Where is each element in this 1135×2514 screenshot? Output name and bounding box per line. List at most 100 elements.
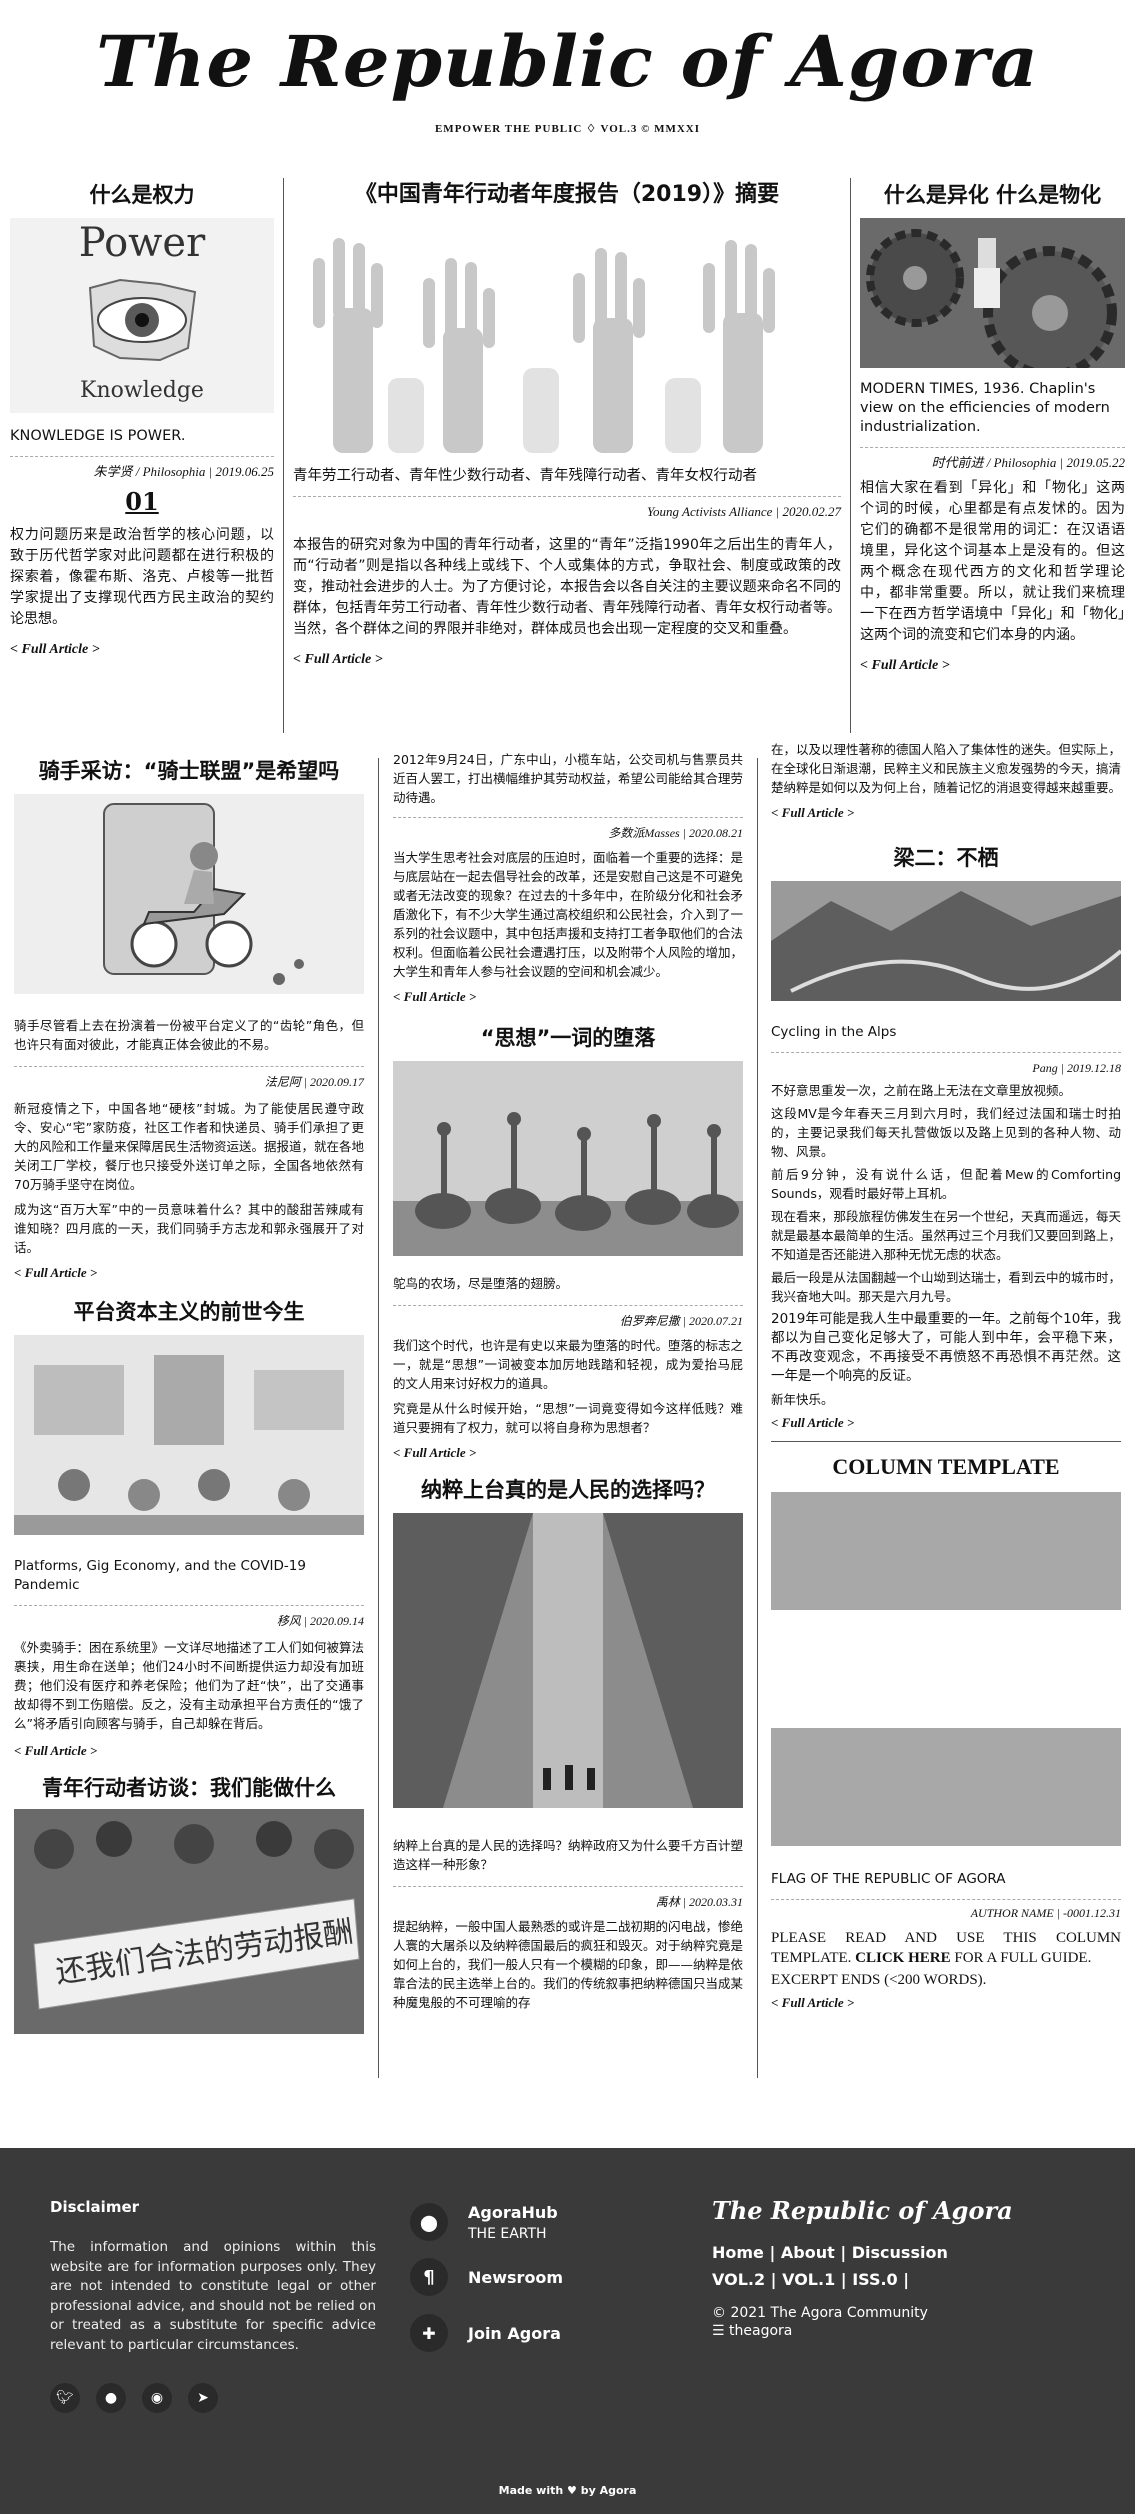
full-article-link[interactable]: < Full Article > <box>393 1445 743 1461</box>
article-heading[interactable]: 什么是异化 什么是物化 <box>860 178 1125 212</box>
full-article-link[interactable]: < Full Article > <box>771 1995 1121 2011</box>
article-excerpt: 这段MV是今年春天三月到六月时，我们经过法国和瑞士时拍的，主要记录我们每天扎营做… <box>771 1106 1121 1159</box>
article-heading[interactable]: 《中国青年行动者年度报告（2019）》摘要 <box>293 178 841 212</box>
alps-image[interactable] <box>771 881 1121 1001</box>
article-excerpt: 提起纳粹，一般中国人最熟悉的或许是二战初期的闪电战，惨绝人寰的大屠杀以及纳粹德国… <box>393 1919 744 2010</box>
discussion-link[interactable]: Discussion <box>852 2243 948 2262</box>
masthead: The Republic of Agora EMPOWER THE PUBLIC… <box>0 0 1135 175</box>
modern-times-image[interactable] <box>860 218 1125 368</box>
article-excerpt: 2019年可能是我人生中最重要的一年。之前每个10年，我都以为自己变化足够大了，… <box>771 1311 1121 1384</box>
vol1-link[interactable]: VOL.1 <box>782 2270 835 2289</box>
article-alienation: 什么是异化 什么是物化 MODERN TIMES, 1936. Chaplin'… <box>860 178 1125 674</box>
join-agora-link[interactable]: Join Agora <box>468 2324 561 2343</box>
telegram-icon[interactable]: ➤ <box>188 2383 218 2413</box>
byline: AUTHOR NAME | -0001.12.31 <box>970 1906 1121 1920</box>
menu-icon: ☰ <box>712 2323 730 2339</box>
article-heading[interactable]: 纳粹上台真的是人民的选择吗？ <box>393 1473 743 1507</box>
image-caption: 鸵鸟的农场，尽是堕落的翅膀。 <box>393 1276 569 1291</box>
rider-illustration[interactable] <box>14 794 364 994</box>
article-heading[interactable]: 青年行动者访谈：我们能做什么 <box>14 1771 364 1805</box>
article-excerpt: 究竟是从什么时候开始，“思想”一词竟变得如今这样低贱？难道只要拥有了权力，就可以… <box>393 1401 743 1435</box>
footer-nav-links: Home | About | Discussion <box>712 2243 948 2262</box>
grid-column-1: 骑手采访：“骑士联盟”是希望吗 骑手尽管看上去在扮演着一份被平台定义了的“齿轮”… <box>14 750 364 2034</box>
join-item[interactable]: ✚ Join Agora <box>410 2314 670 2352</box>
full-article-link[interactable]: < Full Article > <box>393 989 743 1005</box>
newsroom-item[interactable]: ¶ Newsroom <box>410 2258 670 2296</box>
click-here-link[interactable]: CLICK HERE <box>855 1950 950 1966</box>
byline: 朱学贤 / Philosophia | 2019.06.25 <box>93 464 274 479</box>
article-excerpt: 最后一段是从法国翻越一个山坳到达瑞士，看到云中的城市时，我兴奋地大叫。那天是六月… <box>771 1270 1122 1304</box>
full-article-link[interactable]: < Full Article > <box>771 805 1121 821</box>
handle-text: theagora <box>729 2323 793 2339</box>
rally-photo <box>393 1513 743 1808</box>
vol2-link[interactable]: VOL.2 <box>712 2270 765 2289</box>
iss0-link[interactable]: ISS.0 <box>852 2270 898 2289</box>
full-article-link[interactable]: < Full Article > <box>14 1743 364 1759</box>
home-link[interactable]: Home <box>712 2243 764 2262</box>
newsroom-link[interactable]: Newsroom <box>468 2268 563 2287</box>
agorahub-item[interactable]: ⬤ AgoraHub THE EARTH <box>410 2203 670 2242</box>
gears-illustration <box>866 229 1117 368</box>
article-excerpt: 前后9分钟，没有说什么话，但配着Mew的Comforting Sounds，观看… <box>771 1167 1121 1201</box>
article-excerpt: PLEASE READ AND USE THIS COLUMN TEMPLATE… <box>771 1928 1121 1968</box>
article-heading[interactable]: 什么是权力 <box>10 178 274 212</box>
footer-volume-links: VOL.2 | VOL.1 | ISS.0 | <box>712 2270 910 2289</box>
full-article-link[interactable]: < Full Article > <box>10 642 274 658</box>
article-heading[interactable]: COLUMN TEMPLATE <box>771 1450 1121 1484</box>
article-heading[interactable]: 平台资本主义的前世今生 <box>14 1295 364 1329</box>
site-title[interactable]: The Republic of Agora <box>0 14 1135 110</box>
article-heading[interactable]: 骑手采访：“骑士联盟”是希望吗 <box>14 754 364 788</box>
article-excerpt: 本报告的研究对象为中国的青年行动者，这里的“青年”泛指1990年之后出生的青年人… <box>293 537 841 637</box>
footer: Disclaimer The information and opinions … <box>0 2148 1135 2514</box>
byline: Pang | 2019.12.18 <box>1032 1061 1121 1075</box>
image-caption: 青年劳工行动者、青年性少数行动者、青年残障行动者、青年女权行动者 <box>293 468 757 484</box>
hands-illustration <box>313 238 775 453</box>
full-article-link[interactable]: < Full Article > <box>860 658 1125 674</box>
article-excerpt: 新冠疫情之下，中国各地“硬核”封城。为了能使居民遵守政令、安心“宅”家防疫，社区… <box>14 1101 365 1192</box>
grid-column-3: 在，以及以理性著称的德国人陷入了集体性的迷失。但实际上，在全球化日渐退潮，民粹主… <box>771 742 1122 2011</box>
footer-brand[interactable]: The Republic of Agora <box>712 2196 1112 2225</box>
byline: 多数派Masses | 2020.08.21 <box>608 826 743 840</box>
site-subtitle: EMPOWER THE PUBLIC ♢ VOL.3 © MMXXI <box>434 123 701 135</box>
handle-row[interactable]: ☰ theagora <box>712 2323 1112 2339</box>
agorahub-title: AgoraHub <box>468 2203 558 2222</box>
article-excerpt: 权力问题历来是政治哲学的核心问题，以致于历代哲学家对此问题都在进行积极的探索着，… <box>10 527 274 627</box>
made-with-text: Made with ♥ by Agora <box>498 2484 637 2497</box>
ostrich-image[interactable] <box>393 1061 743 1256</box>
template-image-placeholder[interactable] <box>771 1728 1121 1846</box>
article-grid: 骑手采访：“骑士联盟”是希望吗 骑手尽管看上去在扮演着一份被平台定义了的“齿轮”… <box>0 742 1135 2090</box>
platform-illustration[interactable] <box>14 1335 364 1535</box>
article-heading[interactable]: 梁二：不栖 <box>771 841 1121 875</box>
scooter-illustration <box>103 803 304 985</box>
github-icon[interactable]: ● <box>96 2383 126 2413</box>
image-caption: Cycling in the Alps <box>771 1024 897 1040</box>
knowledge-text: Knowledge <box>80 378 204 403</box>
agorahub-subtitle: THE EARTH <box>468 2226 547 2242</box>
byline: 伯罗奔尼撒 | 2020.07.21 <box>619 1314 743 1328</box>
puzzle-icon: ✚ <box>410 2314 448 2352</box>
image-caption: 纳粹上台真的是人民的选择吗？纳粹政府又为什么要千方百计塑造这样一种形象？ <box>393 1838 744 1872</box>
article-excerpt: 我们这个时代，也许是有史以来最为堕落的时代。堕落的标志之一，就是“思想”一词被变… <box>393 1338 744 1391</box>
social-links: 🐦︎ ● ◉ ➤ <box>50 2383 376 2413</box>
article-excerpt: 2012年9月24日，广东中山，小榄车站，公交司机与售票员共近百人罢工，打出横幅… <box>393 752 744 805</box>
full-article-link[interactable]: < Full Article > <box>771 1415 1121 1431</box>
article-excerpt: 《外卖骑手：困在系统里》一文详尽地描述了工人们如何被算法裹挟，用生命在送单；他们… <box>14 1640 365 1731</box>
protest-image[interactable]: 还我们合法的劳动报酬 <box>14 1809 364 2034</box>
image-caption: MODERN TIMES, 1936. Chaplin's view on th… <box>860 381 1110 435</box>
image-caption: Platforms, Gig Economy, and the COVID-19… <box>14 1558 306 1593</box>
byline: 禹林 | 2020.03.31 <box>655 1895 743 1909</box>
reddit-icon[interactable]: ◉ <box>142 2383 172 2413</box>
full-article-link[interactable]: < Full Article > <box>14 1265 364 1281</box>
article-heading[interactable]: “思想”一词的堕落 <box>393 1021 743 1055</box>
nazi-rally-image[interactable] <box>393 1513 743 1808</box>
template-image-placeholder[interactable] <box>771 1492 1121 1610</box>
byline: 时代前进 / Philosophia | 2019.05.22 <box>931 455 1125 470</box>
full-article-link[interactable]: < Full Article > <box>293 652 841 668</box>
power-knowledge-image[interactable]: Power Knowledge <box>10 218 274 413</box>
about-link[interactable]: About <box>781 2243 835 2262</box>
article-excerpt: 现在看来，那段旅程仿佛发生在另一个世纪，天真而遥远，每天就是最基本最简单的生活。… <box>771 1209 1122 1262</box>
article-excerpt: 当大学生思考社会对底层的压迫时，面临着一个重要的选择：是与底层站在一起去倡导社会… <box>393 850 744 979</box>
disclaimer-text: The information and opinions within this… <box>50 2239 376 2353</box>
twitter-icon[interactable]: 🐦︎ <box>50 2383 80 2413</box>
raised-hands-image[interactable] <box>293 218 841 453</box>
